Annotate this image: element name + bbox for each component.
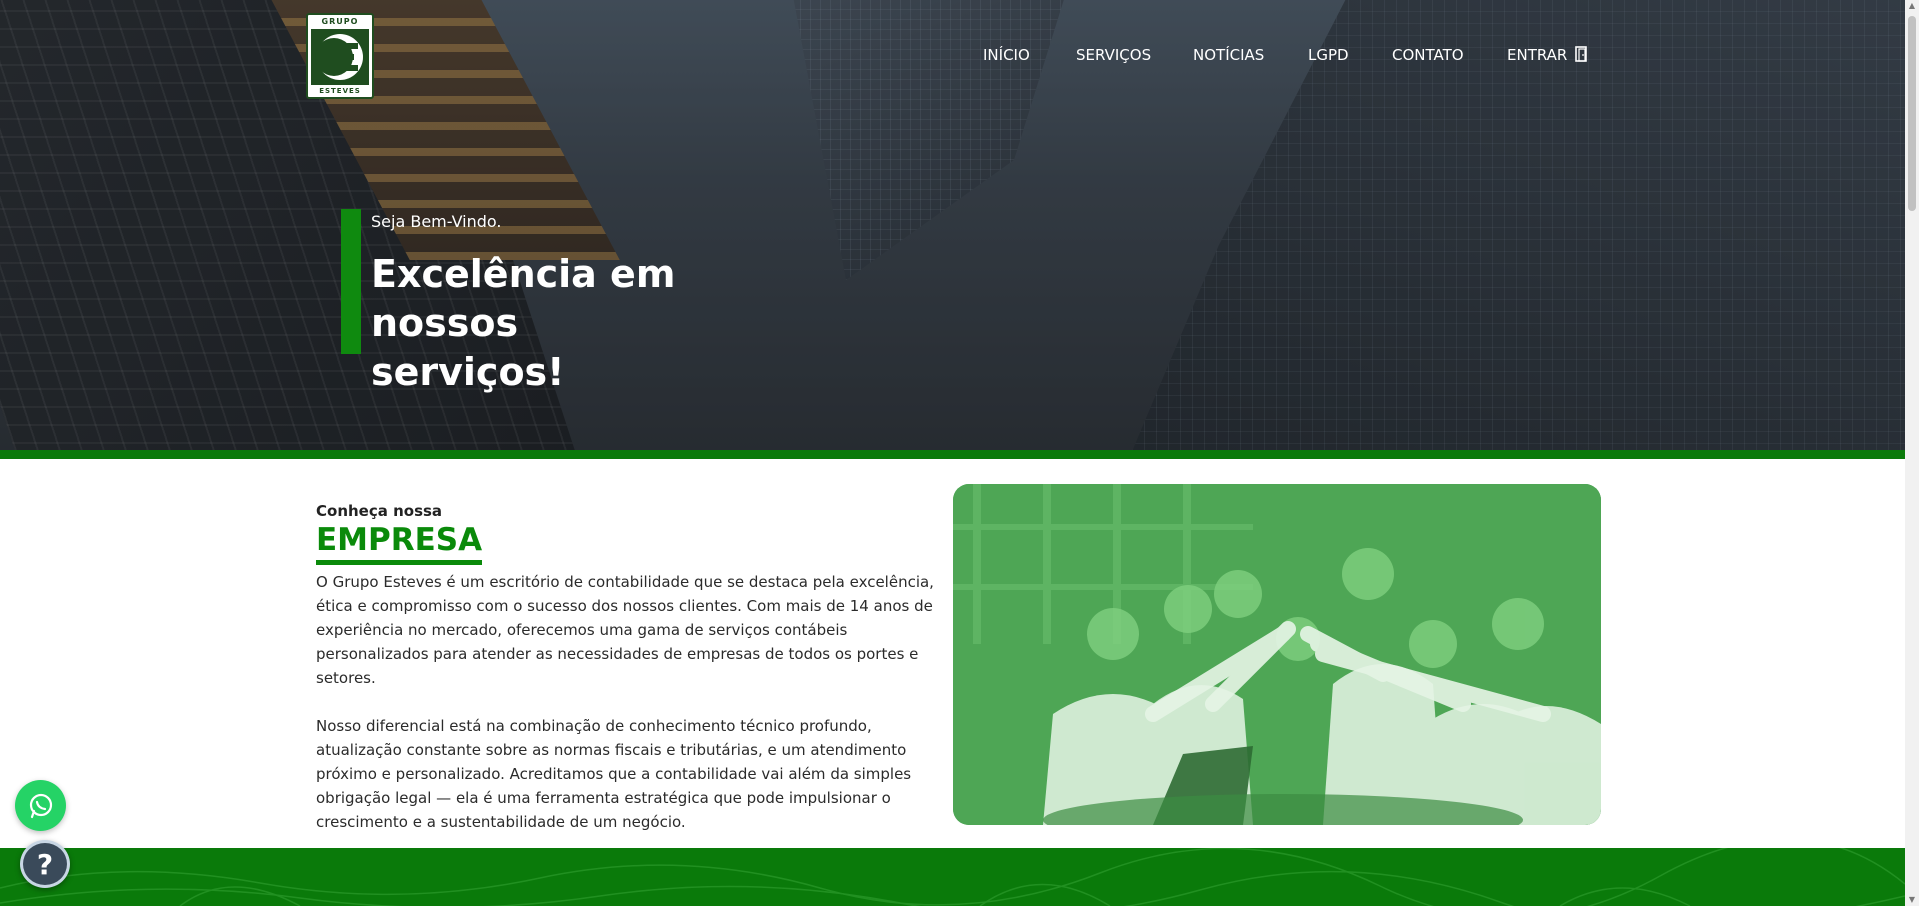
door-icon <box>1575 46 1587 62</box>
scrollbar-thumb[interactable] <box>1908 16 1916 211</box>
hero-divider <box>0 450 1905 459</box>
logo-top-text: GRUPO <box>321 17 359 26</box>
hero-overlay <box>0 0 1905 450</box>
scroll-down-arrow-icon[interactable]: ▼ <box>1908 896 1916 904</box>
about-paragraph: Nosso diferencial está na combinação de … <box>316 717 912 831</box>
welcome-kicker: Seja Bem-Vindo. <box>371 212 502 231</box>
nav-item-noticias[interactable]: NOTÍCIAS <box>1193 46 1264 64</box>
logo-mark-icon <box>311 28 369 85</box>
hero-title: Excelência em nossos serviços! <box>371 252 676 394</box>
about-paragraph: O Grupo Esteves é um escritório de conta… <box>316 573 934 687</box>
whatsapp-icon <box>29 793 52 818</box>
topographic-pattern <box>0 848 1905 906</box>
nav-item-lgpd[interactable]: LGPD <box>1308 46 1349 64</box>
nav-item-inicio[interactable]: INÍCIO <box>983 46 1030 64</box>
nav-item-contato[interactable]: CONTATO <box>1392 46 1464 64</box>
site-logo[interactable]: GRUPO ESTEVES <box>306 13 374 99</box>
nav-item-entrar-label: ENTRAR <box>1507 46 1568 64</box>
whatsapp-button[interactable] <box>15 780 66 831</box>
nav-item-entrar[interactable]: ENTRAR <box>1507 46 1588 64</box>
scroll-up-arrow-icon[interactable]: ▲ <box>1908 2 1916 10</box>
page-scrollbar[interactable]: ▲ ▼ <box>1905 0 1919 906</box>
about-title: EMPRESA <box>316 522 483 565</box>
hero-banner: GRUPO ESTEVES INÍCIO SERVIÇOS NOTÍCIAS L… <box>0 0 1905 450</box>
nav-item-servicos[interactable]: SERVIÇOS <box>1076 46 1151 64</box>
help-icon: ? <box>36 847 54 881</box>
about-kicker: Conheça nossa <box>316 502 443 520</box>
logo-bottom-text: ESTEVES <box>319 87 361 95</box>
team-photo-illustration <box>953 484 1601 825</box>
services-section-band <box>0 848 1905 906</box>
about-text: O Grupo Esteves é um escritório de conta… <box>316 570 942 858</box>
help-button[interactable]: ? <box>20 840 70 888</box>
team-photo <box>953 484 1601 825</box>
welcome-accent-bar <box>341 209 361 354</box>
